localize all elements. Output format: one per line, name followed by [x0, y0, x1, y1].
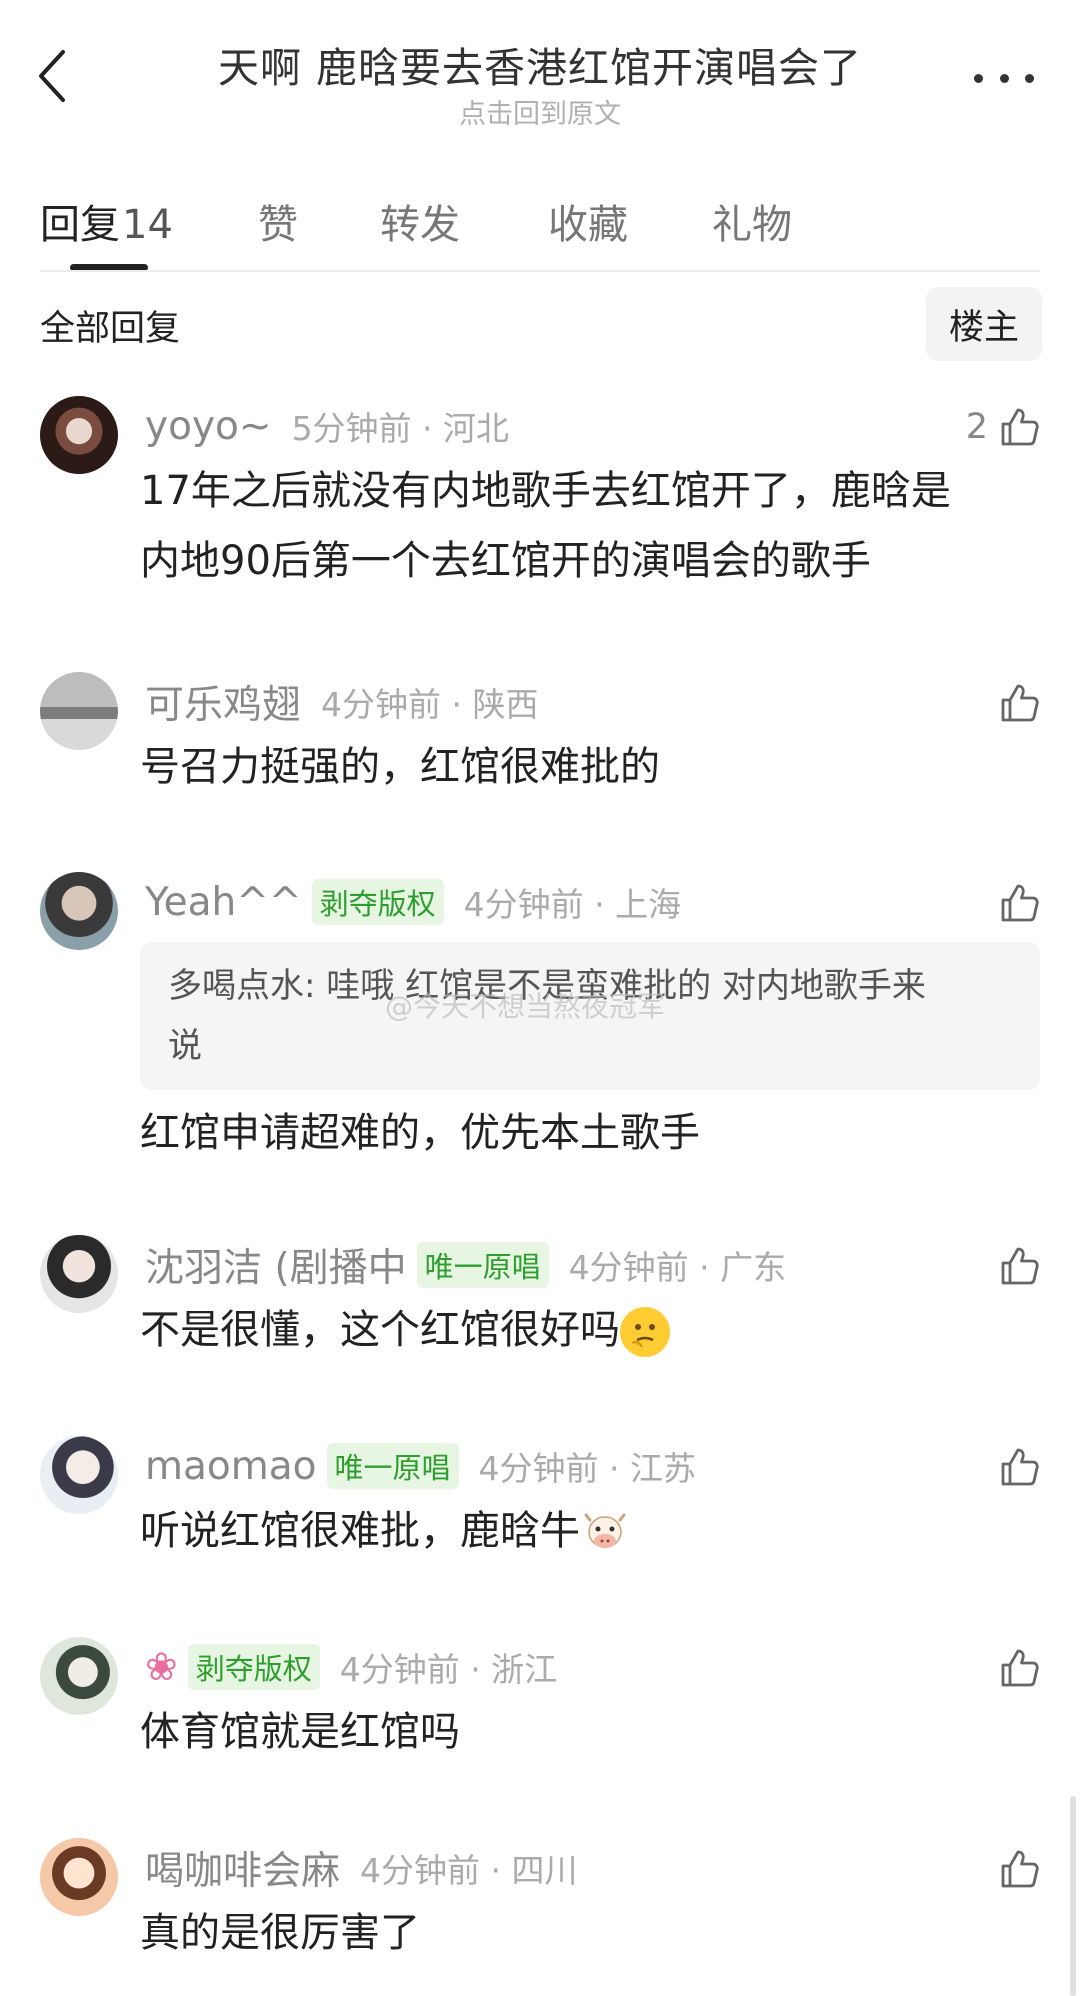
username[interactable]: ❀ [145, 1645, 178, 1690]
scrollbar[interactable] [1070, 1796, 1076, 1996]
username[interactable]: 喝咖啡会麻 [145, 1840, 340, 1896]
comment-time-location: 4分钟前 · 陕西 [321, 685, 539, 724]
back-to-original-link[interactable]: 点击回到原文 [0, 92, 1080, 131]
like-button[interactable] [998, 876, 1040, 930]
tab-replies-count: 14 [122, 202, 173, 248]
avatar[interactable] [40, 1637, 118, 1715]
comment-text-line: 内地90后第一个去红馆开的演唱会的歌手 [140, 538, 871, 584]
user-badge: 剥夺版权 [311, 879, 444, 925]
username[interactable]: maomao [145, 1444, 317, 1489]
like-button[interactable] [998, 676, 1040, 730]
more-dot-icon [999, 73, 1009, 83]
comment-text: 不是很懂，这个红馆很好吗 [140, 1295, 1040, 1365]
comment-time-location: 4分钟前 · 上海 [463, 885, 682, 924]
more-dot-icon [974, 73, 983, 83]
username[interactable]: Yeah^^ [145, 880, 302, 925]
comment-text: 听说红馆很难批，鹿晗牛 [140, 1496, 1040, 1566]
avatar[interactable] [40, 396, 118, 474]
avatar[interactable] [40, 1436, 118, 1514]
comment-text: 号召力挺强的，红馆很难批的 [140, 744, 660, 790]
owner-filter-button[interactable]: 楼主 [926, 287, 1042, 361]
more-dot-icon [1025, 73, 1034, 83]
thinking-face-icon [620, 1307, 670, 1357]
comment-time-location: 4分钟前 · 浙江 [339, 1650, 558, 1689]
comment-time-location: 5分钟前 · 河北 [291, 409, 510, 448]
tab-replies-label: 回复 [40, 202, 120, 248]
user-badge: 唯一原唱 [326, 1443, 459, 1489]
tab-reposts[interactable]: 转发 [380, 192, 460, 250]
tab-likes[interactable]: 赞 [258, 192, 298, 250]
divider [40, 270, 1040, 272]
thumbs-up-icon [1001, 1247, 1039, 1285]
like-button[interactable]: 2 [966, 400, 1040, 454]
like-button[interactable] [998, 1842, 1040, 1896]
comment-text: 17年之后就没有内地歌手去红馆开了，鹿晗是 内地90后第一个去红馆开的演唱会的歌… [140, 456, 1040, 596]
like-button[interactable] [998, 1641, 1040, 1695]
tab-bar: 回复14 赞 转发 收藏 礼物 [40, 180, 1040, 272]
tab-replies[interactable]: 回复14 [40, 192, 173, 250]
comment-text: 红馆申请超难的，优先本土歌手 [140, 1110, 700, 1156]
username[interactable]: 沈羽洁 (剧播中 [145, 1237, 407, 1293]
avatar[interactable] [40, 872, 118, 950]
user-badge: 唯一原唱 [416, 1242, 549, 1288]
thumbs-up-icon [1001, 884, 1039, 922]
more-options-button[interactable] [974, 60, 1034, 96]
all-replies-heading: 全部回复 [40, 309, 181, 349]
thumbs-up-icon [1001, 1850, 1039, 1888]
cow-face-icon [580, 1508, 630, 1558]
avatar[interactable] [40, 672, 118, 750]
like-button[interactable] [998, 1239, 1040, 1293]
comment-time-location: 4分钟前 · 江苏 [478, 1449, 696, 1488]
comment-text: 体育馆就是红馆吗 [140, 1709, 460, 1755]
comment-text-line: 17年之后就没有内地歌手去红馆开了，鹿晗是 [140, 468, 951, 514]
watermark: @今天不想当熬夜冠军 [385, 990, 666, 1023]
username[interactable]: yoyo~ [145, 404, 272, 449]
comment-text-content: 不是很懂，这个红馆很好吗 [140, 1307, 620, 1353]
avatar[interactable] [40, 1838, 118, 1916]
thumbs-up-icon [1001, 1649, 1039, 1687]
avatar[interactable] [40, 1235, 118, 1313]
comment-text-content: 听说红馆很难批，鹿晗牛 [140, 1508, 580, 1554]
thumbs-up-icon [1001, 684, 1039, 722]
top-bar: 天啊 鹿晗要去香港红馆开演唱会了 点击回到原文 [0, 0, 1080, 140]
tab-gifts[interactable]: 礼物 [712, 192, 792, 250]
comment-text: 真的是很厉害了 [140, 1910, 420, 1956]
like-button[interactable] [998, 1440, 1040, 1494]
post-title[interactable]: 天啊 鹿晗要去香港红馆开演唱会了 [0, 34, 1080, 94]
thumbs-up-icon [1001, 1448, 1039, 1486]
tab-favorites[interactable]: 收藏 [548, 192, 628, 250]
username[interactable]: 可乐鸡翅 [145, 674, 301, 730]
quoted-reply-line: 说 [168, 1026, 202, 1066]
comment-time-location: 4分钟前 · 广东 [568, 1248, 787, 1287]
thumbs-up-icon [1001, 408, 1039, 446]
like-count: 2 [965, 407, 988, 447]
user-badge: 剥夺版权 [187, 1644, 320, 1690]
comment-time-location: 4分钟前 · 四川 [360, 1851, 578, 1890]
